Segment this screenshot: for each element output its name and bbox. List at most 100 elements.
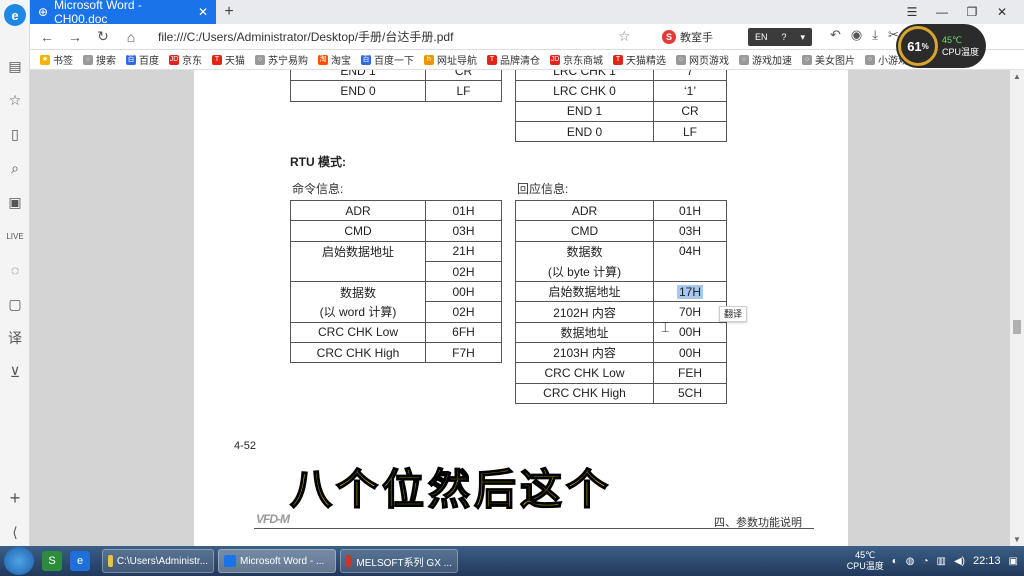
new-tab-button[interactable]: + bbox=[220, 3, 238, 21]
cpu-temp-label: CPU温度 bbox=[942, 47, 980, 57]
ascii-response-table-tail: LRC CHK 1 ‘7’ LRC CHK 0 ‘1’ END 1 CR END 0L… bbox=[515, 70, 727, 143]
system-tray: 45℃ CPU温度 ◐ ◍ ◔ ▥ ◀) 22:13 ▣ bbox=[847, 550, 1018, 572]
bookmark-item[interactable]: T 天猫 bbox=[212, 52, 245, 67]
ie-icon[interactable]: e bbox=[70, 551, 90, 571]
search-icon[interactable]: ⌕ bbox=[5, 158, 25, 178]
tray-app-icon[interactable]: ◐ bbox=[892, 556, 898, 567]
bookmark-item[interactable]: ★ 书签 bbox=[40, 52, 73, 67]
bookmark-item[interactable]: 淘淘宝 bbox=[318, 52, 351, 67]
baidu-icon: 百 bbox=[361, 54, 371, 65]
menu-icon[interactable]: ☰ bbox=[900, 2, 924, 22]
ime-toolbar[interactable]: EN ? ▾ bbox=[748, 28, 812, 46]
bookmark-item[interactable]: JD 京东 bbox=[169, 52, 202, 67]
bookmark-item[interactable]: h 网址导航 bbox=[424, 52, 477, 67]
baidu-icon: 百 bbox=[126, 54, 136, 65]
globe-icon: ○ bbox=[255, 54, 265, 65]
rtu-command-table: ADR 01H CMD 03H 启始数据地址 21H 02H 数据数 00H (以 wo… bbox=[290, 199, 502, 364]
text-cursor-icon: ⌶ bbox=[661, 319, 670, 335]
favorites-star-icon[interactable]: ☆ bbox=[5, 90, 25, 110]
cpu-usage-unit: % bbox=[921, 41, 929, 51]
bookmark-item[interactable]: 百百度 bbox=[126, 52, 159, 67]
ascii-command-table-tail: END 1 CR END 0 LF bbox=[290, 70, 502, 102]
bookmark-item[interactable]: ○ 游戏加速 bbox=[739, 52, 792, 67]
selected-text[interactable]: 17H bbox=[676, 284, 703, 299]
minimize-button[interactable]: — bbox=[930, 2, 954, 22]
notification-icon[interactable]: ▣ bbox=[1009, 556, 1018, 567]
bookmark-item[interactable]: ○ 美女图片 bbox=[802, 52, 855, 67]
cpu-temp-value: 45℃ bbox=[942, 35, 963, 45]
browser-icon bbox=[224, 555, 236, 567]
taskbar-task[interactable]: C:\Users\Administr... bbox=[102, 549, 214, 573]
clock[interactable]: 22:13 bbox=[973, 555, 1001, 567]
live-icon[interactable]: LIVE bbox=[5, 226, 25, 246]
tray-network-icon[interactable]: ▥ bbox=[937, 556, 946, 567]
video-icon[interactable]: ▣ bbox=[5, 192, 25, 212]
rtu-response-table: ADR 01H CMD 03H 数据数 04H (以 byte 计算) 启始数据地址 1… bbox=[515, 199, 727, 404]
jd-icon: JD bbox=[169, 54, 179, 65]
browser-logo-icon[interactable]: e bbox=[4, 4, 26, 26]
url-field[interactable]: file:///C:/Users/Administrator/Desktop/手… bbox=[158, 28, 618, 45]
notes-icon[interactable]: ▤ bbox=[5, 56, 25, 76]
tray-volume-icon[interactable]: ◀) bbox=[954, 556, 965, 567]
bookmark-star-icon[interactable]: ☆ bbox=[618, 28, 631, 45]
tray-app-icon[interactable]: ◍ bbox=[906, 556, 915, 567]
app-360-icon[interactable]: S bbox=[42, 551, 62, 571]
translate-popup[interactable]: 翻译 bbox=[719, 306, 747, 322]
bookmark-item[interactable]: JD 京东商城 bbox=[550, 52, 603, 67]
bag-icon[interactable]: ▢ bbox=[5, 294, 25, 314]
back-button[interactable]: ← bbox=[36, 29, 58, 45]
search-engine-label: 教室手 bbox=[680, 32, 713, 44]
close-window-button[interactable]: ✕ bbox=[990, 2, 1014, 22]
translate-icon[interactable]: 译 bbox=[5, 328, 25, 348]
undo-icon[interactable]: ↶ bbox=[830, 27, 841, 43]
folder-icon bbox=[108, 555, 113, 567]
home-button[interactable]: ⌂ bbox=[120, 29, 142, 45]
close-tab-icon[interactable]: ✕ bbox=[198, 5, 208, 19]
bookmarks-bar: ★ 书签 ○ 搜索 百百度 JD 京东 T 天猫 ○ 苏宁易购 淘淘宝 百百度一下 h 网址… bbox=[30, 50, 1024, 70]
tab-bar: ⊕ Microsoft Word - CH00.doc ✕ + ☰ — ❐ ✕ bbox=[30, 0, 1024, 26]
taskbar-task-active[interactable]: Microsoft Word - ... bbox=[218, 549, 336, 573]
address-bar: ← → ↻ ⌂ file:///C:/Users/Administrator/D… bbox=[30, 24, 1024, 50]
bookmark-item[interactable]: T 天猫精选 bbox=[613, 52, 666, 67]
page-number: 4-52 bbox=[234, 440, 257, 452]
tray-cpu-temp[interactable]: 45℃ CPU温度 bbox=[847, 550, 884, 572]
scroll-down-icon[interactable]: ▼ bbox=[1013, 535, 1021, 544]
ime-dropdown-icon[interactable]: ▾ bbox=[800, 32, 805, 43]
vertical-scrollbar[interactable]: ▲ ▼ bbox=[1010, 70, 1024, 546]
video-subtitle: 八个位然后这个 bbox=[289, 464, 613, 515]
taskbar-task[interactable]: MELSOFT系列 GX ... bbox=[340, 549, 458, 573]
tab-title: Microsoft Word - CH00.doc bbox=[54, 0, 142, 26]
bookmark-item[interactable]: ○ 网页游戏 bbox=[676, 52, 729, 67]
cart-icon[interactable]: ⊻ bbox=[5, 362, 25, 382]
bookmark-item[interactable]: 百百度一下 bbox=[361, 52, 414, 67]
browser-sidebar: e ▤ ☆ ▯ ⌕ ▣ LIVE ◌ ▢ 译 ⊻ + ⟨ bbox=[0, 0, 30, 546]
download-icon[interactable]: ⤓ bbox=[872, 27, 878, 43]
response-label: 回应信息: bbox=[517, 182, 569, 196]
reload-button[interactable]: ↻ bbox=[92, 28, 114, 45]
tmall-icon: T bbox=[212, 54, 222, 65]
selected-cell[interactable]: 17H bbox=[653, 281, 727, 303]
chat-icon[interactable]: ◌ bbox=[5, 260, 25, 280]
game-icon[interactable]: ◉ bbox=[851, 27, 862, 43]
globe-icon: ○ bbox=[739, 54, 749, 65]
taobao-icon: 淘 bbox=[318, 54, 328, 65]
add-icon[interactable]: + bbox=[5, 488, 25, 508]
tab-active[interactable]: ⊕ Microsoft Word - CH00.doc ✕ bbox=[30, 0, 216, 26]
scroll-thumb[interactable] bbox=[1013, 320, 1021, 334]
globe-icon: ⊕ bbox=[38, 5, 49, 19]
start-button[interactable] bbox=[4, 547, 34, 575]
search-engine-icon: S bbox=[662, 30, 676, 44]
cpu-monitor-widget[interactable]: 61% 45℃ CPU温度 bbox=[896, 24, 986, 68]
bookmark-item[interactable]: ○ 搜索 bbox=[83, 52, 116, 67]
restore-button[interactable]: ❐ bbox=[960, 2, 984, 22]
scroll-up-icon[interactable]: ▲ bbox=[1013, 72, 1021, 81]
ime-help-icon[interactable]: ? bbox=[781, 32, 786, 42]
bookmark-item[interactable]: T 品牌清仓 bbox=[487, 52, 540, 67]
melsoft-icon bbox=[346, 555, 353, 567]
bookmark-item[interactable]: ○ 苏宁易购 bbox=[255, 52, 308, 67]
reader-book-icon[interactable]: ▯ bbox=[5, 124, 25, 144]
hao-icon: h bbox=[424, 54, 434, 65]
tray-app-icon[interactable]: ◔ bbox=[922, 556, 928, 567]
forward-button[interactable]: → bbox=[64, 29, 86, 45]
collapse-icon[interactable]: ⟨ bbox=[5, 522, 25, 542]
